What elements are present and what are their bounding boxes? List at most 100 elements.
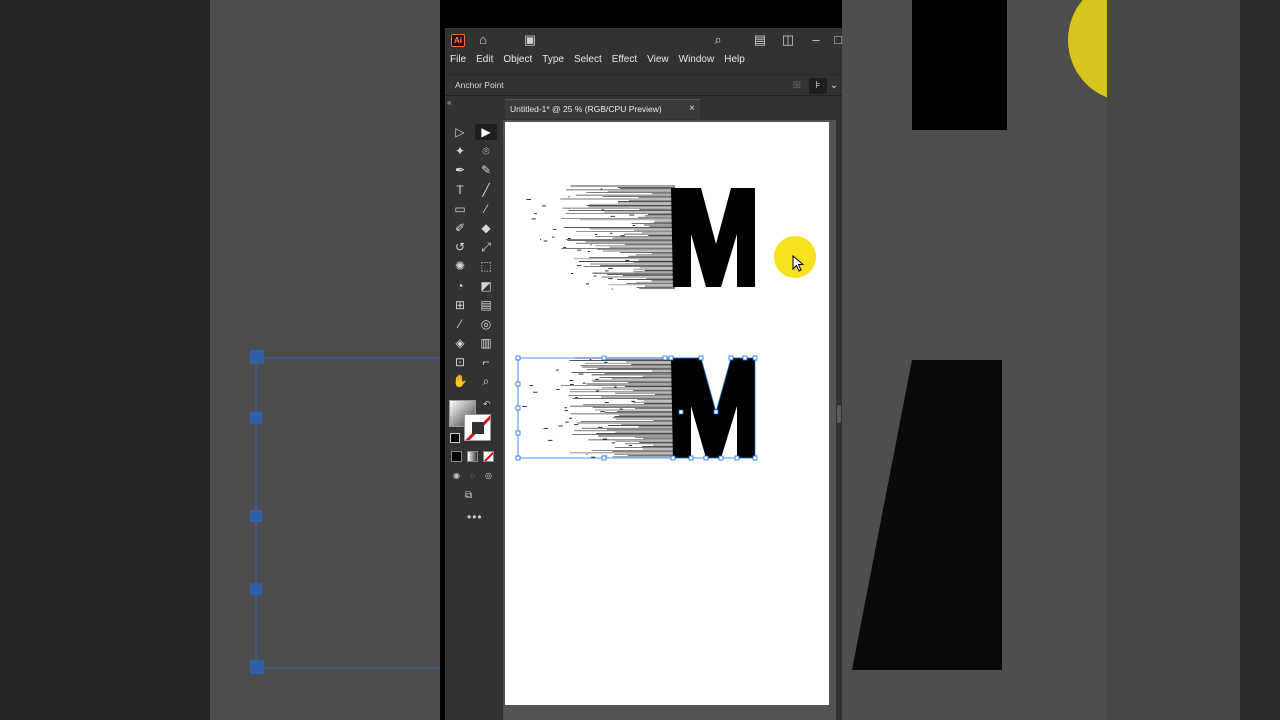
distressed-letter-top[interactable] [526,185,755,290]
selection-tool-icon[interactable]: ▷ [449,124,471,140]
gradient-tool-icon[interactable]: ▤ [475,297,497,313]
speck [578,373,584,375]
perspective-grid-tool-icon[interactable]: ◩ [475,278,497,294]
app-logo: Ai [451,34,465,47]
search-icon[interactable]: ⌕ [710,32,726,48]
lasso-tool-icon[interactable]: ⌾ [475,143,497,159]
stroke-swatch[interactable] [464,414,491,441]
speck [601,209,604,211]
blend-tool-icon[interactable]: ◎ [475,316,497,332]
distressed-letter-bottom[interactable] [515,355,758,461]
draw-inside-icon[interactable]: ◎ [483,470,494,481]
eyedropper-tool-icon[interactable]: ⁄ [449,316,471,332]
gradient-mode-icon[interactable] [467,451,478,462]
arrange-documents-icon[interactable]: ▣ [522,32,538,48]
speck [569,380,574,381]
speck [589,359,592,361]
align-icon[interactable]: ⊞ [788,78,806,94]
speck [543,428,548,429]
default-fill-stroke-icon[interactable] [450,433,460,443]
speck [610,232,613,234]
panel-icon[interactable]: ◫ [780,32,796,48]
scale-tool-icon[interactable]: ⤢ [475,239,497,255]
close-icon[interactable]: × [689,103,695,114]
control-bar-label: Anchor Point [455,80,504,90]
menu-edit[interactable]: Edit [471,52,498,70]
speck [620,235,625,237]
menu-effect[interactable]: Effect [607,52,642,70]
speck [565,421,569,423]
speck [582,382,586,384]
canvas-area[interactable] [503,120,836,720]
collapse-panel-icon[interactable]: « [447,98,451,107]
document-tab-title: Untitled-1* @ 25 % (RGB/CPU Preview) [510,104,662,114]
hand-tool-icon[interactable]: ✋ [449,373,471,389]
speck [577,249,582,251]
document-tab[interactable]: Untitled-1* @ 25 % (RGB/CPU Preview) × [505,99,700,119]
draw-normal-icon[interactable]: ◉ [451,470,462,481]
speck [605,270,609,272]
line-segment-tool-icon[interactable]: ╱ [475,182,497,198]
color-mode-icon[interactable] [451,451,462,462]
none-mode-icon[interactable] [483,451,494,462]
artboard[interactable] [505,122,829,705]
speck [608,278,613,280]
speck [629,214,635,216]
home-icon[interactable]: ⌂ [475,32,491,48]
menu-help[interactable]: Help [719,52,750,70]
menu-object[interactable]: Object [498,52,537,70]
menu-select[interactable]: Select [569,52,607,70]
speck [529,385,534,387]
menu-file[interactable]: File [445,52,471,70]
magic-wand-tool-icon[interactable]: ✦ [449,143,471,159]
speck [628,445,633,446]
background-left-selection [250,350,440,674]
menu-view[interactable]: View [642,52,674,70]
rectangle-tool-icon[interactable]: ▭ [449,201,471,217]
type-tool-icon[interactable]: T [449,182,471,198]
direct-selection-tool-icon[interactable]: ▶ [475,124,497,140]
vertical-scrollbar[interactable] [836,120,842,720]
chevron-down-icon[interactable]: ⌄ [825,78,843,94]
speck [564,410,569,411]
speck [570,384,574,385]
edit-toolbar-icon[interactable]: ••• [467,510,483,524]
speck [563,247,567,248]
zoom-tool-icon[interactable]: ⌕ [475,373,497,389]
column-graph-tool-icon[interactable]: ▥ [475,335,497,351]
anchor-point [515,381,521,387]
pen-tool-icon[interactable]: ✒ [449,162,471,178]
puppet-warp-tool-icon[interactable]: ✺ [449,258,471,274]
eraser-tool-icon[interactable]: ◆ [475,220,497,236]
slice-tool-icon[interactable]: ⌐ [475,354,497,370]
paintbrush-tool-icon[interactable]: ⁄ [475,201,497,217]
artboard-tool-icon[interactable]: ⊡ [449,354,471,370]
rotate-tool-icon[interactable]: ↺ [449,239,471,255]
speck [534,213,537,215]
symbol-sprayer-tool-icon[interactable]: ◈ [449,335,471,351]
anchor-point [678,409,684,415]
minimize-icon[interactable]: – [808,32,824,48]
maximize-icon[interactable]: □ [830,32,846,48]
color-mode-row [451,451,494,462]
draw-behind-icon[interactable]: ◌ [467,470,478,481]
swap-fill-stroke-icon[interactable]: ↶ [483,399,491,410]
speck [575,397,578,398]
anchor-point [515,455,521,461]
background-left-blur [0,0,440,720]
anchor-point [752,355,758,361]
speck [555,369,559,371]
menu-type[interactable]: Type [537,52,569,70]
speck [522,406,527,407]
mesh-tool-icon[interactable]: ⊞ [449,297,471,313]
curvature-tool-icon[interactable]: ✎ [475,162,497,178]
free-transform-tool-icon[interactable]: ⬚ [475,258,497,274]
speck [591,456,596,458]
shaper-tool-icon[interactable]: ✐ [449,220,471,236]
screen-mode-icon[interactable]: ⧉ [465,490,472,501]
speed-streaks-bottom [522,357,675,458]
shape-builder-tool-icon[interactable]: ◔ [449,278,471,294]
menu-window[interactable]: Window [674,52,720,70]
workspace-icon[interactable]: ▤ [752,32,768,48]
scrollbar-thumb[interactable] [837,405,841,423]
